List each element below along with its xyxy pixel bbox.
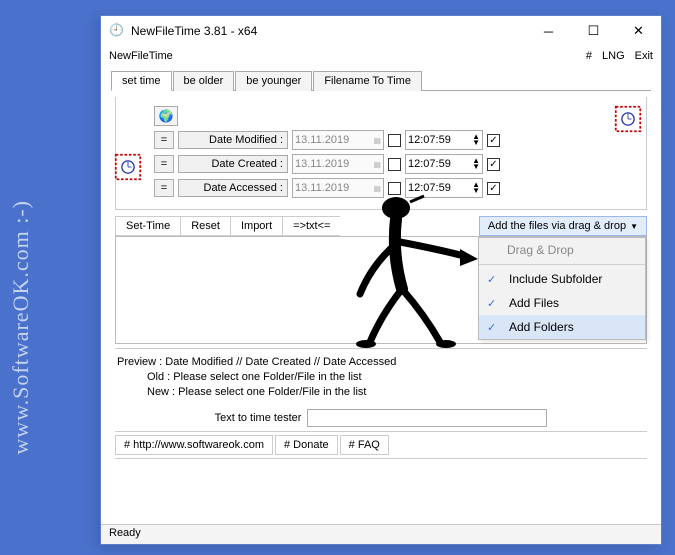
window-title: NewFileTime 3.81 - x64: [131, 24, 526, 38]
watermark: www.SoftwareOK.com :-): [8, 200, 34, 455]
check-icon: ✓: [487, 321, 501, 334]
drag-drop-menu: Drag & Drop ✓ Include Subfolder ✓ Add Fi…: [478, 237, 646, 340]
spinner-icon[interactable]: ▲▼: [472, 134, 480, 146]
menu-exit[interactable]: Exit: [635, 50, 653, 62]
toolbar: Set-Time Reset Import =>txt<= Add the fi…: [115, 216, 647, 236]
tab-be-older[interactable]: be older: [173, 71, 235, 91]
preview-section: Preview : Date Modified // Date Created …: [115, 348, 647, 405]
time-created-checkbox[interactable]: ✓: [487, 158, 500, 171]
time-accessed-checkbox[interactable]: ✓: [487, 182, 500, 195]
time-modified-checkbox[interactable]: ✓: [487, 134, 500, 147]
date-modified-input[interactable]: 13.11.2019▦: [292, 130, 384, 150]
txt-button[interactable]: =>txt<=: [282, 216, 340, 236]
time-created-input[interactable]: 12:07:59▲▼: [405, 154, 483, 174]
import-button[interactable]: Import: [230, 216, 282, 236]
date-created-checkbox[interactable]: [388, 158, 401, 171]
date-modified-checkbox[interactable]: [388, 134, 401, 147]
preview-new: New : Please select one Folder/File in t…: [117, 386, 645, 398]
add-files-drag-drop-button[interactable]: Add the files via drag & drop▼: [479, 216, 647, 236]
menu-add-folders[interactable]: ✓ Add Folders: [479, 315, 645, 339]
chevron-down-icon: ▼: [630, 222, 638, 231]
minimize-button[interactable]: ─: [526, 16, 571, 46]
spinner-icon[interactable]: ▲▼: [472, 158, 480, 170]
tabstrip: set time be older be younger Filename To…: [111, 70, 651, 91]
menubar: NewFileTime # LNG Exit: [101, 46, 661, 66]
preview-old: Old : Please select one Folder/File in t…: [117, 371, 645, 383]
globe-button[interactable]: 🌍: [154, 106, 178, 126]
menu-header: Drag & Drop: [479, 238, 645, 262]
check-icon: ✓: [487, 297, 501, 310]
calendar-icon[interactable]: ▦: [373, 160, 381, 169]
label-date-modified: Date Modified :: [178, 131, 288, 149]
tester-label: Text to time tester: [215, 412, 302, 424]
spinner-icon[interactable]: ▲▼: [472, 182, 480, 194]
titlebar: 🕘 NewFileTime 3.81 - x64 ─ ☐ ✕: [101, 16, 661, 46]
bottom-links: # http://www.softwareok.com # Donate # F…: [115, 431, 647, 459]
file-drop-area[interactable]: Drag & Drop ✓ Include Subfolder ✓ Add Fi…: [115, 236, 647, 344]
app-window: 🕘 NewFileTime 3.81 - x64 ─ ☐ ✕ NewFileTi…: [100, 15, 662, 545]
close-button[interactable]: ✕: [616, 16, 661, 46]
time-modified-input[interactable]: 12:07:59▲▼: [405, 130, 483, 150]
menu-hash[interactable]: #: [586, 50, 592, 62]
calendar-icon[interactable]: ▦: [373, 136, 381, 145]
set-time-panel: 🌍 = Date Modified : 13.11.2019▦ 12:07:59…: [115, 97, 647, 210]
reset-button[interactable]: Reset: [180, 216, 230, 236]
date-created-input[interactable]: 13.11.2019▦: [292, 154, 384, 174]
tab-be-younger[interactable]: be younger: [235, 71, 312, 91]
menu-app[interactable]: NewFileTime: [109, 50, 173, 62]
date-accessed-checkbox[interactable]: [388, 182, 401, 195]
statusbar: Ready: [101, 524, 661, 544]
menu-lng[interactable]: LNG: [602, 50, 625, 62]
app-icon: 🕘: [109, 23, 125, 39]
date-accessed-input[interactable]: 13.11.2019▦: [292, 178, 384, 198]
link-site[interactable]: # http://www.softwareok.com: [115, 435, 273, 455]
menu-include-subfolder[interactable]: ✓ Include Subfolder: [479, 267, 645, 291]
eq-button-modified[interactable]: =: [154, 131, 174, 149]
calendar-icon[interactable]: ▦: [373, 184, 381, 193]
eq-button-created[interactable]: =: [154, 155, 174, 173]
clock-icon[interactable]: [114, 153, 142, 181]
eq-button-accessed[interactable]: =: [154, 179, 174, 197]
link-donate[interactable]: # Donate: [275, 435, 338, 455]
menu-add-files[interactable]: ✓ Add Files: [479, 291, 645, 315]
tab-filename-to-time[interactable]: Filename To Time: [313, 71, 422, 91]
check-icon: ✓: [487, 273, 501, 286]
text-to-time-input[interactable]: [307, 409, 547, 427]
clock-icon[interactable]: [614, 105, 642, 133]
tab-set-time[interactable]: set time: [111, 71, 172, 91]
time-accessed-input[interactable]: 12:07:59▲▼: [405, 178, 483, 198]
maximize-button[interactable]: ☐: [571, 16, 616, 46]
label-date-created: Date Created :: [178, 155, 288, 173]
preview-header: Preview : Date Modified // Date Created …: [117, 356, 645, 368]
link-faq[interactable]: # FAQ: [340, 435, 389, 455]
set-time-button[interactable]: Set-Time: [115, 216, 180, 236]
label-date-accessed: Date Accessed :: [178, 179, 288, 197]
